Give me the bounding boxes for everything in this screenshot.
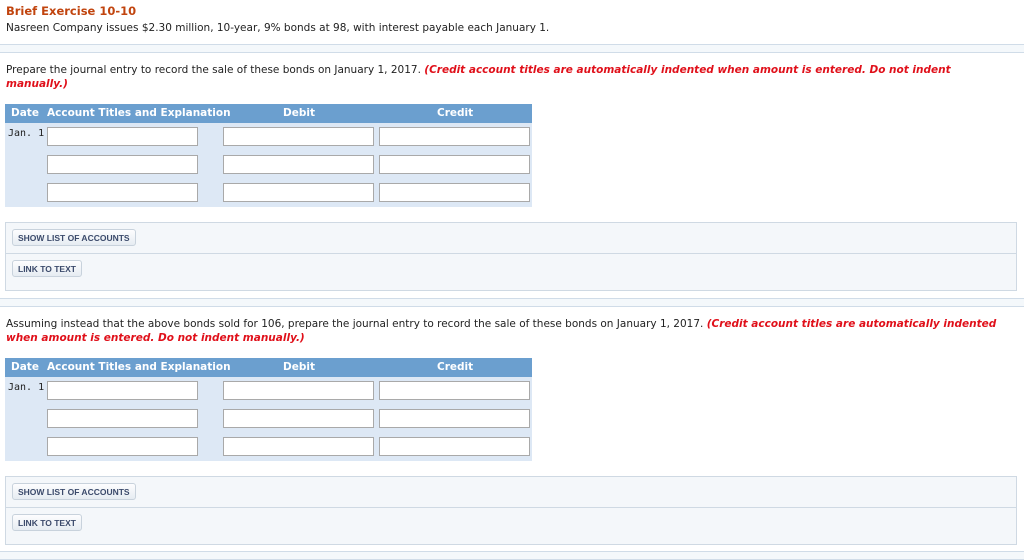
table-row: Jan. 1 bbox=[5, 123, 532, 151]
debit-input[interactable] bbox=[223, 409, 374, 428]
table-row: Jan. 1 bbox=[5, 377, 532, 405]
credit-input[interactable] bbox=[379, 155, 530, 174]
part1-tools-panel: SHOW LIST OF ACCOUNTS LINK TO TEXT bbox=[5, 222, 1017, 291]
credit-input[interactable] bbox=[379, 127, 530, 146]
col-debit: Debit bbox=[283, 107, 315, 119]
credit-input[interactable] bbox=[379, 381, 530, 400]
table-header: Date Account Titles and Explanation Debi… bbox=[5, 358, 532, 377]
part1-prompt: Prepare the journal entry to record the … bbox=[6, 64, 1006, 91]
row-date: Jan. 1 bbox=[8, 382, 45, 393]
table-row bbox=[5, 151, 532, 179]
table-row bbox=[5, 433, 532, 461]
credit-input[interactable] bbox=[379, 437, 530, 456]
debit-input[interactable] bbox=[223, 183, 374, 202]
link-to-text-button[interactable]: LINK TO TEXT bbox=[12, 260, 82, 277]
part2-tools-panel: SHOW LIST OF ACCOUNTS LINK TO TEXT bbox=[5, 476, 1017, 545]
part2-journal-table: Date Account Titles and Explanation Debi… bbox=[5, 358, 532, 461]
debit-input[interactable] bbox=[223, 127, 374, 146]
debit-input[interactable] bbox=[223, 381, 374, 400]
account-input[interactable] bbox=[47, 183, 198, 202]
debit-input[interactable] bbox=[223, 155, 374, 174]
exercise-title: Brief Exercise 10-10 bbox=[6, 4, 137, 18]
divider bbox=[0, 551, 1024, 560]
part1-prompt-text: Prepare the journal entry to record the … bbox=[6, 64, 421, 76]
col-account: Account Titles and Explanation bbox=[47, 107, 231, 119]
table-header: Date Account Titles and Explanation Debi… bbox=[5, 104, 532, 123]
debit-input[interactable] bbox=[223, 437, 374, 456]
table-row bbox=[5, 179, 532, 207]
exercise-intro: Nasreen Company issues $2.30 million, 10… bbox=[6, 22, 550, 34]
part1-journal-table: Date Account Titles and Explanation Debi… bbox=[5, 104, 532, 207]
col-debit: Debit bbox=[283, 361, 315, 373]
part2-prompt-text: Assuming instead that the above bonds so… bbox=[6, 318, 704, 330]
part2-prompt: Assuming instead that the above bonds so… bbox=[6, 318, 1006, 345]
credit-input[interactable] bbox=[379, 183, 530, 202]
col-credit: Credit bbox=[437, 107, 474, 119]
divider bbox=[0, 44, 1024, 53]
link-to-text-button[interactable]: LINK TO TEXT bbox=[12, 514, 82, 531]
account-input[interactable] bbox=[47, 437, 198, 456]
account-input[interactable] bbox=[47, 127, 198, 146]
account-input[interactable] bbox=[47, 155, 198, 174]
table-row bbox=[5, 405, 532, 433]
col-credit: Credit bbox=[437, 361, 474, 373]
col-date: Date bbox=[11, 107, 39, 119]
show-list-of-accounts-button[interactable]: SHOW LIST OF ACCOUNTS bbox=[12, 483, 136, 500]
credit-input[interactable] bbox=[379, 409, 530, 428]
row-date: Jan. 1 bbox=[8, 128, 45, 139]
account-input[interactable] bbox=[47, 409, 198, 428]
col-date: Date bbox=[11, 361, 39, 373]
show-list-of-accounts-button[interactable]: SHOW LIST OF ACCOUNTS bbox=[12, 229, 136, 246]
account-input[interactable] bbox=[47, 381, 198, 400]
col-account: Account Titles and Explanation bbox=[47, 361, 231, 373]
divider bbox=[0, 298, 1024, 307]
